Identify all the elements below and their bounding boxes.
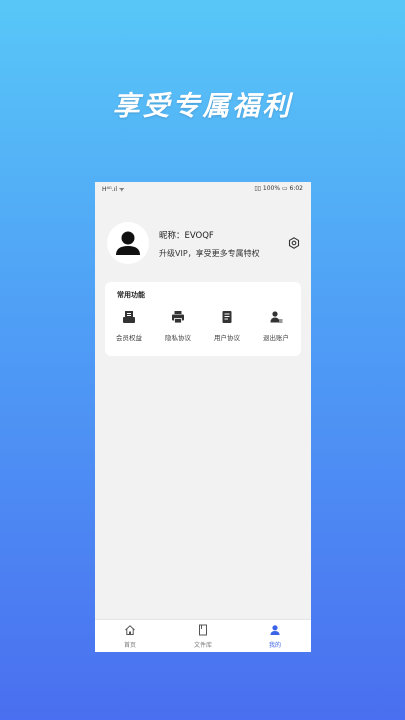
nickname-text: 昵称：EVOQF [159,231,214,241]
membership-benefits-label: 会员权益 [116,334,142,342]
phone-screen: H⁴ᴳ.ıl ᯤ ▯▯ 100% ▭ 6:02 昵称：EVOQF 升级VIP，享… [95,182,311,652]
logout-label: 退出账户 [263,334,289,342]
membership-benefits-button[interactable]: 会员权益 [105,310,153,342]
printer-icon [172,311,184,324]
bottom-tab-bar: 首页 文件库 我的 [95,619,311,652]
user-agreement-label: 用户协议 [214,334,240,342]
home-icon [125,625,135,635]
status-bar-signal: H⁴ᴳ.ıl ᯤ [102,186,125,193]
common-functions-card: 常用功能 会员权益 隐私协议 用户协议 退出账户 [105,282,301,356]
tab-home[interactable]: 首页 [100,624,160,649]
logout-button[interactable]: 退出账户 [252,310,300,342]
file-icon [199,624,207,636]
privacy-policy-button[interactable]: 隐私协议 [154,310,202,342]
vip-upgrade-text[interactable]: 升级VIP，享受更多专属特权 [159,248,260,259]
status-bar: H⁴ᴳ.ıl ᯤ ▯▯ 100% ▭ 6:02 [95,182,311,196]
privacy-policy-label: 隐私协议 [165,334,191,342]
user-logout-icon [270,311,283,323]
tab-file-library[interactable]: 文件库 [173,624,233,649]
promo-headline: 享受专属福利 [112,91,293,122]
settings-icon[interactable] [288,237,300,249]
membership-icon [123,311,135,323]
status-bar-battery-time: ▯▯ 100% ▭ 6:02 [254,185,303,192]
tab-file-library-label: 文件库 [193,642,212,649]
tab-home-label: 首页 [123,642,136,649]
document-icon [222,311,232,323]
common-functions-title: 常用功能 [117,291,145,299]
tab-mine[interactable]: 我的 [245,624,305,649]
user-avatar-icon [116,231,140,255]
tab-mine-label: 我的 [268,642,281,649]
avatar[interactable] [107,222,149,264]
user-agreement-button[interactable]: 用户协议 [203,310,251,342]
person-icon [270,625,280,635]
